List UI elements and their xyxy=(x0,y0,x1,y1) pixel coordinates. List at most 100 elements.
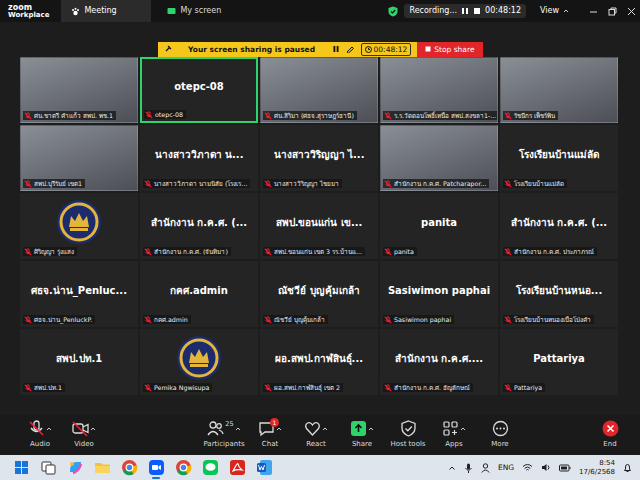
participant-tile[interactable]: ผอ.สพป.กาฬสินธุ์...ผอ.สพป.กาฬสินธุ์ เขต … xyxy=(260,329,378,395)
apps-icon[interactable] xyxy=(442,420,459,437)
window-tab[interactable]: My screen xyxy=(157,0,247,22)
copilot-icon[interactable] xyxy=(67,459,84,476)
participants-icon[interactable] xyxy=(207,420,224,437)
window-tab[interactable]: Meeting xyxy=(61,0,151,22)
participant-tile[interactable]: รัชนีกร เพ็ชร์พิน xyxy=(500,57,618,123)
participant-tile[interactable]: ศน.สิริมา (ศธจ.สุราษฎร์ธานี) xyxy=(260,57,378,123)
chat-button[interactable]: 1Chat xyxy=(248,420,292,450)
chrome-icon[interactable] xyxy=(121,459,138,476)
video-icon[interactable] xyxy=(72,420,89,437)
wifi-icon[interactable] xyxy=(522,463,533,472)
word-icon[interactable] xyxy=(256,459,273,476)
participant-tile[interactable]: Sasiwimon paphaiSasiwimon paphai xyxy=(380,261,498,327)
taskbar-app[interactable] xyxy=(201,457,219,479)
participant-tile[interactable]: สำนักงาน ก.ค.ศ. Patcharapor... xyxy=(380,125,498,191)
battery-icon[interactable] xyxy=(559,464,571,472)
participant-tile[interactable]: ร.ร.วัดดอนโพธิ์เหนือ สพป.สงขลา1-... xyxy=(380,57,498,123)
acrobat-icon[interactable] xyxy=(229,459,246,476)
video-button[interactable]: Video xyxy=(62,420,106,450)
taskbar-clock[interactable]: 8:5417/6/2568 xyxy=(579,459,615,475)
participant-tile[interactable]: นางสาววิภาดา น...นางสาววิภาดา นามนิสัย (… xyxy=(140,125,258,191)
participant-tile[interactable]: PattariyaPattariya xyxy=(500,329,618,395)
tool-label[interactable]: Apps xyxy=(445,439,462,450)
tab-label[interactable]: Meeting xyxy=(84,5,116,17)
pin-icon[interactable] xyxy=(164,45,172,53)
tray-chevron-icon[interactable] xyxy=(448,464,456,472)
caret-icon[interactable] xyxy=(235,426,241,432)
annotate-icon[interactable] xyxy=(346,45,355,53)
participant-tile[interactable]: ศิริญญา รุ่งแสง xyxy=(20,193,138,259)
tool-label[interactable]: Audio xyxy=(30,439,50,450)
participant-tile[interactable]: สำนักงาน ก.ค.ศ. (...สำนักงาน ก.ค.ศ. (จัน… xyxy=(140,193,258,259)
participant-tile[interactable]: ณัชวีย์ บุญคุ้มเกล้าณัชวีย์ บุญคุ้มเกล้า xyxy=(260,261,378,327)
caret-icon[interactable] xyxy=(322,426,328,432)
tool-label[interactable]: End xyxy=(603,439,616,450)
more-icon[interactable] xyxy=(492,420,509,437)
taskbar-app[interactable] xyxy=(39,457,57,479)
speaker-icon[interactable] xyxy=(541,463,551,472)
taskbar-app[interactable] xyxy=(174,457,192,479)
end-button[interactable]: End xyxy=(588,420,632,450)
caret-icon[interactable] xyxy=(460,426,466,432)
participant-tile[interactable]: ศธจ.น่าน_Penluc...ศธจ.น่าน_PenluckP. xyxy=(20,261,138,327)
line-icon[interactable] xyxy=(202,459,219,476)
pause-icon[interactable] xyxy=(461,7,469,15)
stop-share-button[interactable]: Stop share xyxy=(417,42,482,57)
restore-icon[interactable] xyxy=(608,7,617,16)
tool-label[interactable]: React xyxy=(306,439,326,450)
participant-tile[interactable]: โรงเรียนบ้านหนอ...โรงเรียนบ้านหนองเบือโป… xyxy=(500,261,618,327)
participant-tile[interactable]: สพป.บุรีรัมย์ เขต1 xyxy=(20,125,138,191)
caret-icon[interactable] xyxy=(368,426,374,432)
participant-tile[interactable]: โรงเรียนบ้านแม่ลัดโรงเรียนบ้านแม่ลัด xyxy=(500,125,618,191)
close-icon[interactable] xyxy=(627,7,636,16)
start-icon[interactable] xyxy=(13,459,30,476)
share-icon[interactable] xyxy=(350,420,367,437)
caret-icon[interactable] xyxy=(90,426,96,432)
notification-bell-icon[interactable] xyxy=(623,463,632,473)
caret-icon[interactable] xyxy=(563,8,569,14)
view-label[interactable]: View xyxy=(540,5,559,17)
tab-label[interactable]: My screen xyxy=(180,5,221,17)
security-shield-icon[interactable] xyxy=(388,6,398,17)
chrome-icon[interactable] xyxy=(175,459,192,476)
participant-tile[interactable]: สพป.ปท.1สพป.ปท.1 xyxy=(20,329,138,395)
audio-button[interactable]: Audio xyxy=(18,420,62,450)
view-button[interactable]: View xyxy=(540,5,569,17)
tool-label[interactable]: Video xyxy=(74,439,94,450)
participant-tile[interactable]: สพป.ขอนแก่น เข...สพป.ขอนแก่น เขต 3 รร.บ้… xyxy=(260,193,378,259)
stop-square-icon[interactable] xyxy=(425,46,431,52)
taskbar-app[interactable] xyxy=(12,457,30,479)
apps-button[interactable]: Apps xyxy=(432,420,476,450)
share-button[interactable]: Share xyxy=(340,420,384,450)
stop-share-label[interactable]: Stop share xyxy=(434,44,474,55)
react-button[interactable]: React xyxy=(294,420,338,450)
user-icon[interactable] xyxy=(481,463,490,473)
tool-label[interactable]: Participants xyxy=(203,439,244,450)
end-icon[interactable] xyxy=(602,420,619,437)
taskview-icon[interactable] xyxy=(40,459,57,476)
participant-tile[interactable]: กคศ.adminกคศ.admin xyxy=(140,261,258,327)
explorer-icon[interactable] xyxy=(94,459,111,476)
caret-icon[interactable] xyxy=(276,426,282,432)
pause-share-icon[interactable] xyxy=(332,45,340,53)
input-language[interactable]: ENG xyxy=(498,462,514,473)
taskbar-app[interactable] xyxy=(147,457,165,479)
participant-tile[interactable]: นางสาววิริญญา ไ...นางสาววิริญญา ไชยมา xyxy=(260,125,378,191)
host-button[interactable]: Host tools xyxy=(386,420,430,450)
host-icon[interactable] xyxy=(400,420,417,437)
microphone-icon[interactable] xyxy=(464,463,473,473)
participant-tile[interactable]: สำนักงาน ก.ค.ศ. (...สำนักงาน ก.ค.ศ. ประภ… xyxy=(500,193,618,259)
taskbar-app[interactable] xyxy=(228,457,246,479)
taskbar-app[interactable] xyxy=(66,457,84,479)
react-icon[interactable] xyxy=(304,420,321,437)
participant-tile[interactable]: Pemika Ngwisupa xyxy=(140,329,258,395)
more-button[interactable]: More xyxy=(478,420,522,450)
zoom-icon[interactable] xyxy=(148,459,165,476)
stop-icon[interactable] xyxy=(473,7,481,15)
tool-label[interactable]: Host tools xyxy=(390,439,425,450)
participant-tile[interactable]: otepc-08otepc-08 xyxy=(140,57,258,123)
taskbar-app[interactable] xyxy=(93,457,111,479)
participant-tile[interactable]: panitapanita xyxy=(380,193,498,259)
tool-label[interactable]: More xyxy=(491,439,508,450)
audio-icon[interactable] xyxy=(28,420,45,437)
